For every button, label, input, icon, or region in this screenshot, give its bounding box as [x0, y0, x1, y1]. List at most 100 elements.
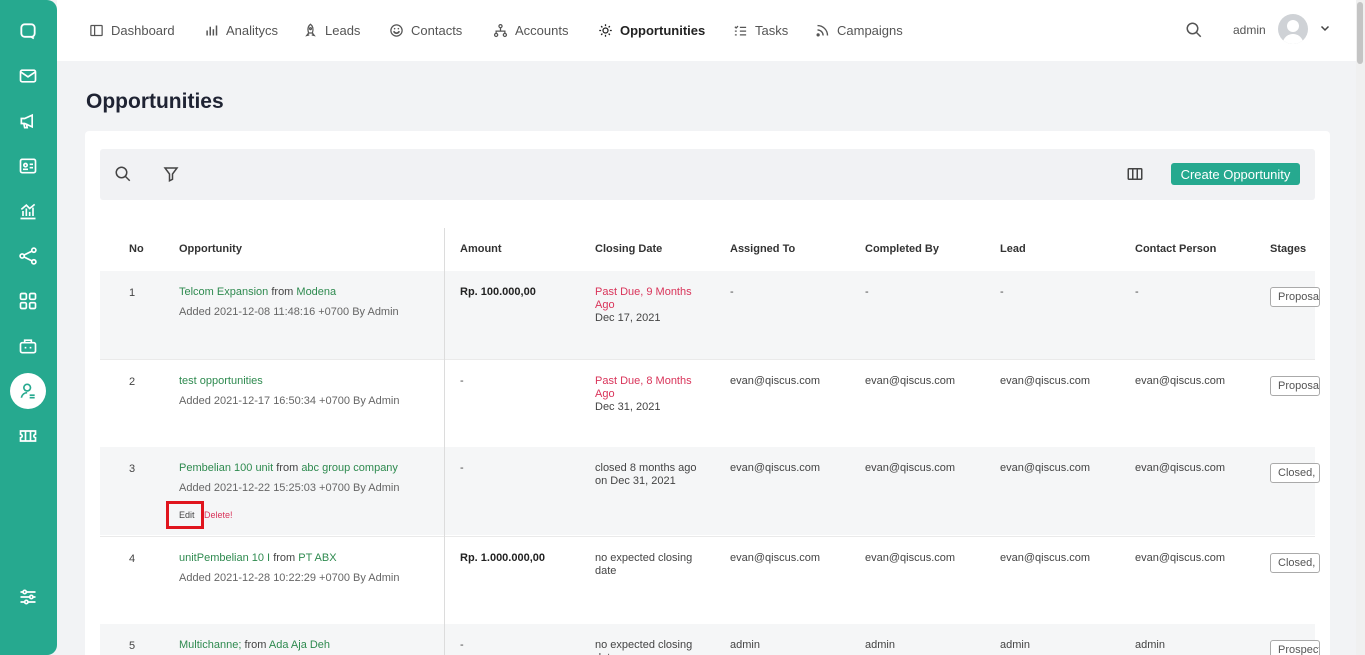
ticket-icon[interactable]	[10, 418, 46, 454]
contact-person: evan@qiscus.com	[1135, 552, 1226, 564]
row-number: 1	[129, 287, 136, 299]
column-header-lead[interactable]: Lead	[1000, 243, 1026, 255]
stage-select[interactable]: Proposal	[1270, 287, 1320, 307]
contact-person: evan@qiscus.com	[1135, 375, 1226, 387]
mail-icon[interactable]	[10, 58, 46, 94]
company-link[interactable]: abc group company	[301, 462, 398, 474]
closing-date-cell: Past Due, 8 Months Ago Dec 31, 2021	[595, 375, 705, 414]
closing-date-cell: no expected closing date	[595, 552, 693, 577]
amount: -	[460, 639, 464, 651]
nav-tasks[interactable]: Tasks	[733, 20, 788, 40]
megaphone-icon[interactable]	[10, 103, 46, 139]
nav-label: Tasks	[755, 22, 789, 38]
opportunity-name-link[interactable]: Telcom Expansion	[179, 286, 268, 298]
table-row[interactable]: 5 Multichanne; from Ada Aja Deh - no exp…	[100, 624, 1320, 655]
column-header-no[interactable]: No	[129, 243, 144, 255]
opportunity-name-link[interactable]: Multichanne;	[179, 639, 241, 651]
opportunity-cell: test opportunities Added 2021-12-17 16:5…	[179, 375, 439, 408]
nav-analytics[interactable]: Analitycs	[204, 20, 278, 40]
assigned-to: evan@qiscus.com	[730, 552, 821, 564]
layout-icon	[90, 24, 103, 36]
page-scrollbar[interactable]	[1356, 0, 1365, 655]
search-icon[interactable]	[1185, 21, 1203, 39]
search-icon[interactable]	[114, 165, 132, 183]
rss-icon	[816, 24, 829, 36]
contact-person: admin	[1135, 639, 1165, 651]
nav-accounts[interactable]: Accounts	[493, 20, 568, 40]
row-number: 4	[129, 553, 136, 565]
nav-dashboard[interactable]: Dashboard	[89, 20, 175, 40]
top-navbar: Dashboard Analitycs Leads Contacts Accou…	[57, 0, 1356, 61]
chart-icon[interactable]	[10, 193, 46, 229]
create-opportunity-button[interactable]: Create Opportunity	[1171, 163, 1300, 185]
company-link[interactable]: Ada Aja Deh	[269, 639, 330, 651]
avatar[interactable]	[1278, 14, 1308, 44]
table-toolbar: Create Opportunity	[100, 149, 1315, 200]
added-meta: Added 2021-12-08 11:48:16 +0700 By Admin	[179, 306, 399, 318]
lead: admin	[1000, 639, 1030, 651]
stage-select[interactable]: Prospect	[1270, 640, 1320, 655]
table-row[interactable]: 3 Pembelian 100 unit from abc group comp…	[100, 447, 1320, 535]
opportunity-cell: Telcom Expansion from Modena Added 2021-…	[179, 286, 439, 319]
contact-person: evan@qiscus.com	[1135, 462, 1226, 474]
column-header-contact-person[interactable]: Contact Person	[1135, 243, 1216, 255]
column-header-stages[interactable]: Stages	[1270, 243, 1306, 255]
added-meta: Added 2021-12-28 10:22:29 +0700 By Admin	[179, 572, 400, 584]
nav-campaigns[interactable]: Campaigns	[815, 20, 903, 40]
closing-date-cell: Past Due, 9 Months Ago Dec 17, 2021	[595, 286, 705, 325]
columns-icon[interactable]	[1126, 165, 1144, 183]
from-text: from	[244, 639, 267, 651]
scrollbar-thumb[interactable]	[1357, 2, 1363, 64]
added-meta: Added 2021-12-17 16:50:34 +0700 By Admin	[179, 395, 400, 407]
edit-link[interactable]: Edit	[179, 510, 195, 520]
rocket-icon	[305, 22, 316, 37]
from-text: from	[273, 552, 296, 564]
assigned-to: evan@qiscus.com	[730, 462, 821, 474]
stage-select[interactable]: Closed,	[1270, 463, 1320, 483]
closing-date-cell: closed 8 months ago on Dec 31, 2021	[595, 462, 697, 487]
amount: Rp. 100.000,00	[460, 286, 536, 298]
filter-icon[interactable]	[162, 165, 180, 183]
table-row[interactable]: 1 Telcom Expansion from Modena Added 202…	[100, 271, 1320, 359]
delete-link[interactable]: Delete!	[204, 510, 233, 520]
row-number: 3	[129, 463, 136, 475]
opportunity-name-link[interactable]: Pembelian 100 unit	[179, 462, 273, 474]
smiley-icon	[390, 23, 403, 37]
completed-by: evan@qiscus.com	[865, 375, 956, 387]
from-text: from	[276, 462, 299, 474]
closing-date: Dec 17, 2021	[595, 312, 661, 324]
column-divider	[444, 228, 445, 655]
opportunity-cell: unitPembelian 10 I from PT ABX Added 202…	[179, 552, 439, 585]
settings-sliders-icon[interactable]	[10, 579, 46, 615]
table-row[interactable]: 2 test opportunities Added 2021-12-17 16…	[100, 359, 1320, 447]
contact-card-icon[interactable]	[10, 148, 46, 184]
column-header-assigned-to[interactable]: Assigned To	[730, 243, 795, 255]
from-text: from	[271, 286, 294, 298]
nav-label: Analitycs	[226, 22, 279, 38]
share-icon[interactable]	[10, 238, 46, 274]
opportunity-name-link[interactable]: unitPembelian 10 I	[179, 552, 270, 564]
lead: evan@qiscus.com	[1000, 552, 1091, 564]
column-header-completed-by[interactable]: Completed By	[865, 243, 939, 255]
table-row[interactable]: 4 unitPembelian 10 I from PT ABX Added 2…	[100, 536, 1320, 624]
nav-label: Opportunities	[620, 22, 706, 38]
chat-icon[interactable]	[10, 13, 46, 49]
sidebar	[0, 0, 57, 655]
apps-icon[interactable]	[10, 283, 46, 319]
column-header-amount[interactable]: Amount	[460, 243, 502, 255]
opportunity-name-link[interactable]: test opportunities	[179, 375, 263, 387]
company-link[interactable]: PT ABX	[298, 552, 336, 564]
column-header-opportunity[interactable]: Opportunity	[179, 243, 242, 255]
closing-date-cell: no expected closing date	[595, 639, 693, 655]
nav-contacts[interactable]: Contacts	[389, 20, 462, 40]
amount: -	[460, 375, 464, 387]
stage-select[interactable]: Proposal	[1270, 376, 1320, 396]
user-pipeline-icon[interactable]	[10, 373, 46, 409]
nav-opportunities[interactable]: Opportunities	[598, 20, 705, 40]
company-link[interactable]: Modena	[296, 286, 336, 298]
stage-select[interactable]: Closed,	[1270, 553, 1320, 573]
robot-icon[interactable]	[10, 328, 46, 364]
chevron-down-icon[interactable]	[1319, 22, 1331, 34]
nav-leads[interactable]: Leads	[303, 20, 360, 40]
column-header-closing-date[interactable]: Closing Date	[595, 243, 662, 255]
